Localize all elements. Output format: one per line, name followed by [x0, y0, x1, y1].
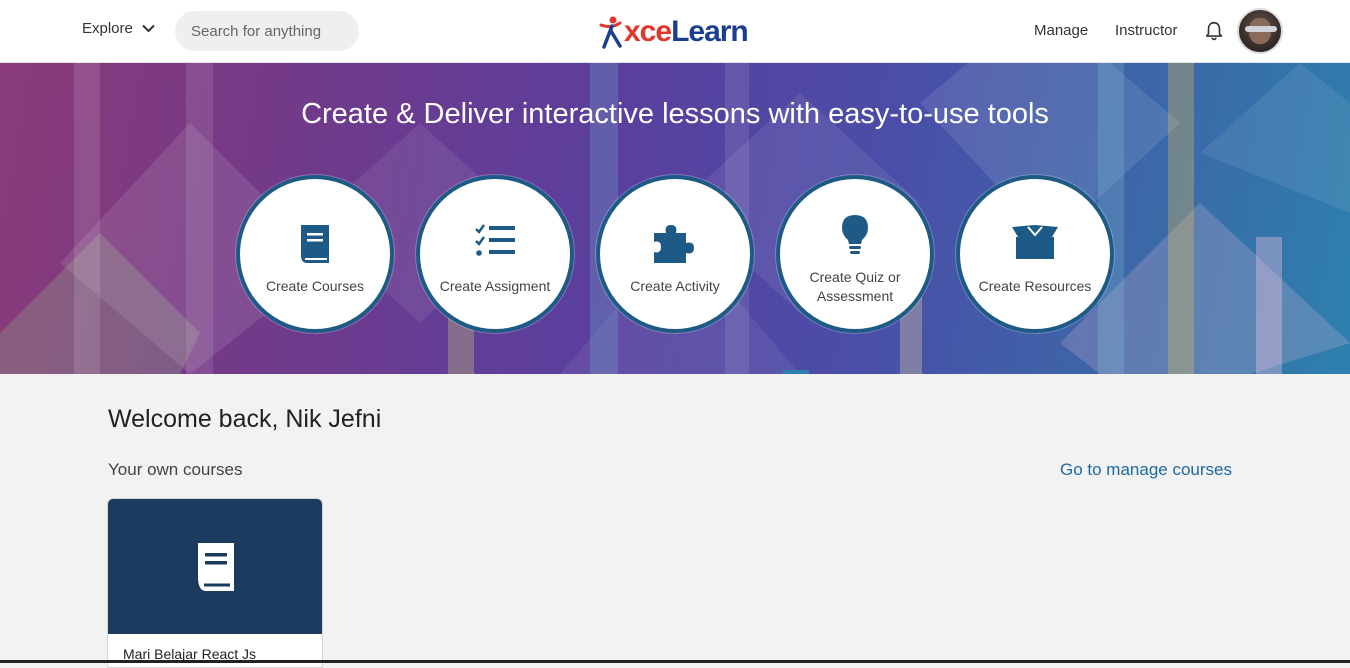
explore-menu[interactable]: Explore — [82, 20, 155, 37]
xcelearn-logo[interactable]: X xceLearn — [598, 13, 749, 51]
welcome-heading: Welcome back, Nik Jefni — [108, 405, 382, 433]
manage-courses-link[interactable]: Go to manage courses — [1060, 460, 1232, 480]
create-courses-label: Create Courses — [265, 278, 365, 294]
create-resources-button[interactable]: Create Resources — [956, 175, 1114, 333]
open-box-icon — [1012, 225, 1058, 259]
lightbulb-icon — [842, 215, 868, 254]
hero-indicator — [783, 370, 809, 374]
hero-title: Create & Deliver interactive lessons wit… — [301, 98, 1049, 130]
search-input[interactable] — [175, 11, 359, 51]
create-activity-label: Create Activity — [630, 278, 720, 294]
user-avatar[interactable] — [1237, 8, 1283, 54]
book-icon — [198, 543, 234, 591]
bell-icon[interactable] — [1203, 20, 1225, 42]
create-courses-button[interactable]: Create Courses — [236, 175, 394, 333]
nav-manage[interactable]: Manage — [1034, 22, 1088, 39]
section-title: Your own courses — [108, 460, 243, 479]
logo-learn: Learn — [671, 15, 749, 48]
course-thumbnail — [108, 499, 322, 634]
puzzle-icon — [654, 225, 694, 263]
explore-label: Explore — [82, 20, 133, 37]
hero-banner: Create & Deliver interactive lessons wit… — [0, 63, 1350, 374]
top-navbar: Explore X xceLearn Manage Instructor — [0, 0, 1350, 63]
checklist-icon — [475, 224, 515, 256]
course-card[interactable]: Mari Belajar React Js — [107, 498, 323, 668]
create-quiz-label-line1: Create Quiz or — [809, 269, 901, 285]
logo-xce: xce — [624, 15, 672, 48]
logo-figure-icon — [599, 16, 622, 49]
create-resources-label: Create Resources — [978, 278, 1092, 294]
avatar-glasses — [1245, 26, 1277, 32]
create-quiz-label-line2: Assessment — [816, 288, 894, 304]
create-assignment-button[interactable]: Create Assigment — [416, 175, 574, 333]
create-assignment-label: Create Assigment — [439, 278, 551, 294]
logo-wordmark: X xceLearn — [624, 15, 749, 49]
book-icon — [301, 225, 329, 263]
chevron-down-icon — [142, 24, 155, 33]
nav-instructor[interactable]: Instructor — [1115, 22, 1178, 39]
create-quiz-button[interactable]: Create Quiz or Assessment — [776, 175, 934, 333]
create-quiz-label: Create Quiz or Assessment — [780, 268, 930, 306]
create-activity-button[interactable]: Create Activity — [596, 175, 754, 333]
